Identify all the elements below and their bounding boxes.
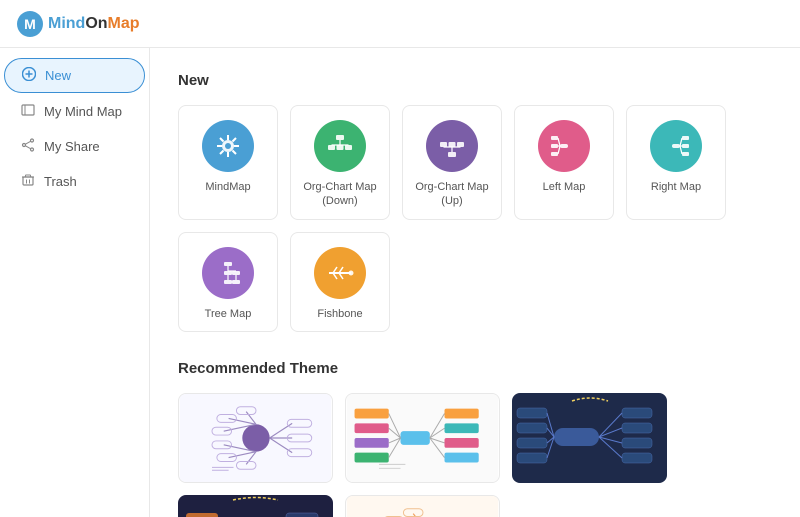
template-right-map[interactable]: Right Map <box>626 105 726 220</box>
recommended-title: Recommended Theme <box>178 360 772 377</box>
tree-map-label: Tree Map <box>205 307 252 321</box>
sidebar-item-trash-label: Trash <box>44 174 77 189</box>
main-content: New MindMap Org-Chart Map (Down) <box>150 48 800 517</box>
layout: New My Mind Map My Share Trash New <box>0 48 800 517</box>
org-chart-up-icon-circle <box>426 120 478 172</box>
my-mind-map-icon <box>20 103 36 120</box>
logo[interactable]: M MindOnMap <box>16 10 140 38</box>
right-map-label: Right Map <box>651 180 701 194</box>
org-chart-down-icon-circle <box>314 120 366 172</box>
mindmap-icon-circle <box>202 120 254 172</box>
left-map-label: Left Map <box>543 180 586 194</box>
recommended-section: Recommended Theme <box>178 360 772 517</box>
new-section-title: New <box>178 72 772 89</box>
svg-text:M: M <box>24 16 36 32</box>
my-share-icon <box>20 138 36 155</box>
sidebar-item-trash[interactable]: Trash <box>4 165 145 198</box>
tree-map-icon-circle <box>202 247 254 299</box>
fishbone-icon-circle <box>314 247 366 299</box>
theme-light-orange[interactable] <box>345 495 500 517</box>
new-icon <box>21 67 37 84</box>
org-chart-up-label: Org-Chart Map (Up) <box>413 180 491 209</box>
sidebar-item-new[interactable]: New <box>4 58 145 93</box>
mindmap-label: MindMap <box>205 180 250 194</box>
themes-grid <box>178 393 772 517</box>
theme-light-purple[interactable] <box>178 393 333 483</box>
trash-icon <box>20 173 36 190</box>
fishbone-label: Fishbone <box>317 307 362 321</box>
sidebar: New My Mind Map My Share Trash <box>0 48 150 517</box>
org-chart-down-label: Org-Chart Map (Down) <box>301 180 379 209</box>
new-section: New MindMap Org-Chart Map (Down) <box>178 72 772 332</box>
right-map-icon-circle <box>650 120 702 172</box>
header: M MindOnMap <box>0 0 800 48</box>
left-map-icon-circle <box>538 120 590 172</box>
sidebar-item-my-share-label: My Share <box>44 139 100 154</box>
template-tree-map[interactable]: Tree Map <box>178 232 278 332</box>
theme-dark-blue[interactable] <box>512 393 667 483</box>
sidebar-item-my-mind-map[interactable]: My Mind Map <box>4 95 145 128</box>
template-org-chart-down[interactable]: Org-Chart Map (Down) <box>290 105 390 220</box>
logo-text: MindOnMap <box>48 15 140 33</box>
sidebar-item-new-label: New <box>45 68 71 83</box>
sidebar-item-my-share[interactable]: My Share <box>4 130 145 163</box>
sidebar-item-my-mind-map-label: My Mind Map <box>44 104 122 119</box>
logo-icon: M <box>16 10 44 38</box>
theme-dark-purple[interactable] <box>178 495 333 517</box>
template-left-map[interactable]: Left Map <box>514 105 614 220</box>
theme-light-colorful[interactable] <box>345 393 500 483</box>
template-fishbone[interactable]: Fishbone <box>290 232 390 332</box>
templates-grid: MindMap Org-Chart Map (Down) Org-Chart M… <box>178 105 772 332</box>
template-org-chart-up[interactable]: Org-Chart Map (Up) <box>402 105 502 220</box>
template-mindmap[interactable]: MindMap <box>178 105 278 220</box>
